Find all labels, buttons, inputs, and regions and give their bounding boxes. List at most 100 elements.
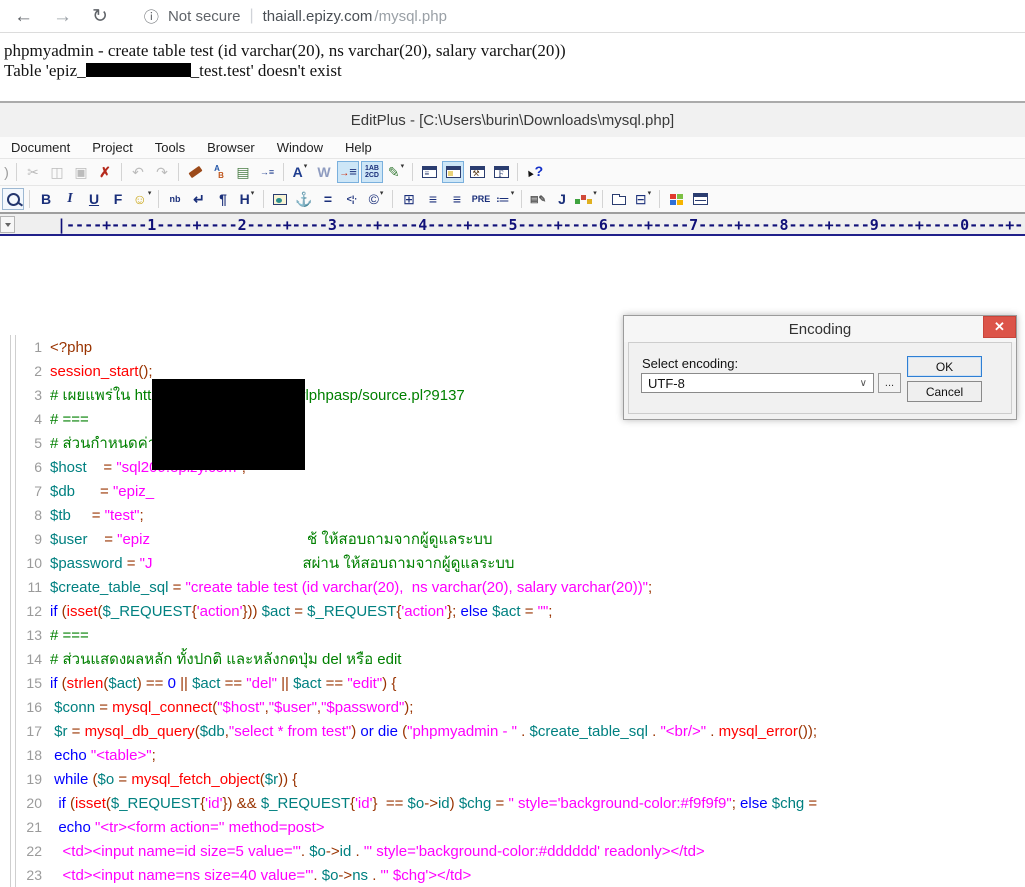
ok-button[interactable]: OK: [907, 356, 982, 377]
back-icon[interactable]: ←: [14, 7, 33, 26]
anchor-icon[interactable]: ⚓: [293, 188, 315, 210]
emoticon-icon[interactable]: ☺ ▾: [131, 188, 153, 210]
window-title: EditPlus - [C:\Users\burin\Downloads\mys…: [350, 111, 675, 129]
browse-button[interactable]: ...: [878, 373, 901, 393]
menu-browser[interactable]: Browser: [196, 140, 266, 155]
encoding-select[interactable]: UTF-8 ∨: [641, 373, 874, 393]
font-color-icon[interactable]: F: [107, 188, 129, 210]
browser-preview-icon[interactable]: [2, 188, 24, 210]
script-icon[interactable]: ▤✎: [527, 188, 549, 210]
new-document-icon[interactable]: ): [2, 161, 11, 183]
code-line[interactable]: 20 if (isset($_REQUEST{'id'}) && $_REQUE…: [0, 791, 1025, 815]
encoding-selected-value: UTF-8: [648, 375, 685, 391]
code-line[interactable]: 10 $password = "J สผ่าน ให้สอบถามจากผู้ดูแ…: [0, 551, 1025, 575]
paste-icon[interactable]: ▣: [70, 161, 92, 183]
heading-icon[interactable]: H ▾: [236, 188, 258, 210]
watermark-icon[interactable]: W: [313, 161, 335, 183]
context-help-icon[interactable]: ▲?: [523, 161, 545, 183]
menu-help[interactable]: Help: [334, 140, 383, 155]
code-line[interactable]: 22 <td><input name=id size=5 value='". $…: [0, 839, 1025, 863]
align-center-icon[interactable]: ≡: [422, 188, 444, 210]
italic-icon[interactable]: I: [59, 188, 81, 210]
list-icon[interactable]: ≔ ▾: [494, 188, 516, 210]
close-button[interactable]: ✕: [983, 316, 1016, 338]
horizontal-rule-icon[interactable]: =: [317, 188, 339, 210]
line-number: 9: [34, 531, 42, 547]
cancel-button[interactable]: Cancel: [907, 381, 982, 402]
code-line[interactable]: 13 # ===: [0, 623, 1025, 647]
document-list-window-icon[interactable]: [418, 161, 440, 183]
split-window-icon[interactable]: [689, 188, 711, 210]
code-line[interactable]: 14 # ส่วนแสดงผลหลัก ทั้งปกติ และหลังกดปุ่…: [0, 647, 1025, 671]
cut-icon[interactable]: ✂: [22, 161, 44, 183]
paragraph-icon[interactable]: ¶: [212, 188, 234, 210]
sort-icon[interactable]: 1AB 2CD: [361, 161, 383, 183]
code-line[interactable]: 19 while ($o = mysql_fetch_object($r)) {: [0, 767, 1025, 791]
security-label: Not secure: [167, 7, 241, 25]
line-number: 5: [34, 435, 42, 451]
menu-project[interactable]: Project: [81, 140, 143, 155]
special-character-icon[interactable]: © ▾: [365, 188, 387, 210]
sidebar-window-icon[interactable]: [442, 161, 464, 183]
code-text: if (isset($_REQUEST{'action'})) $act = $…: [50, 602, 553, 620]
code-line[interactable]: 11 $create_table_sql = "create table test…: [0, 575, 1025, 599]
line-break-icon[interactable]: ↵: [188, 188, 210, 210]
code-line[interactable]: 15 if (strlen($act) == 0 || $act == "del"…: [0, 671, 1025, 695]
comment-icon[interactable]: <¦·: [341, 188, 363, 210]
line-number: 11: [27, 579, 42, 595]
find-in-files-icon[interactable]: ▤: [232, 161, 254, 183]
function-list-window-icon[interactable]: [490, 161, 512, 183]
copy-icon[interactable]: ◫: [46, 161, 68, 183]
table-icon[interactable]: ⊞: [398, 188, 420, 210]
code-line[interactable]: 21 echo "<tr><form action='' method=post…: [0, 815, 1025, 839]
code-line[interactable]: 17 $r = mysql_db_query($db,"select * fro…: [0, 719, 1025, 743]
objects-icon[interactable]: ▾: [575, 188, 597, 210]
font-icon[interactable]: A ▾: [289, 161, 311, 183]
ruler-scale: |----+----1----+----2----+----3----+----…: [57, 216, 1025, 234]
cliptext-icon[interactable]: ✎ ▾: [385, 161, 407, 183]
find-icon[interactable]: [184, 161, 206, 183]
menu-document[interactable]: Document: [0, 140, 81, 155]
javascript-icon[interactable]: J: [551, 188, 573, 210]
line-number: 18: [26, 747, 42, 763]
forward-icon[interactable]: →: [53, 7, 72, 26]
line-number: 4: [34, 411, 42, 427]
preformatted-icon[interactable]: PRE: [470, 188, 492, 210]
line-number: 1: [34, 339, 42, 355]
word-wrap-icon[interactable]: →≡: [337, 161, 359, 183]
undo-icon[interactable]: ↶: [127, 161, 149, 183]
code-line[interactable]: 8 $tb = "test";: [0, 503, 1025, 527]
code-text: if (strlen($act) == 0 || $act == "del" |…: [50, 674, 397, 692]
windows-icon[interactable]: [665, 188, 687, 210]
folder-icon[interactable]: [608, 188, 630, 210]
replace-icon[interactable]: AB: [208, 161, 230, 183]
bold-icon[interactable]: B: [35, 188, 57, 210]
image-icon[interactable]: [269, 188, 291, 210]
code-line[interactable]: 18 echo "<table>";: [0, 743, 1025, 767]
page-text-line2-prefix: Table 'epiz_: [4, 61, 86, 80]
window-titlebar[interactable]: EditPlus - [C:\Users\burin\Downloads\mys…: [0, 101, 1025, 137]
dialog-titlebar[interactable]: Encoding ✕: [624, 316, 1016, 342]
code-line[interactable]: 9 $user = "epiz ช้ ให้สอบถามจากผู้ดูแลระบบ: [0, 527, 1025, 551]
code-line[interactable]: 7 $db = "epiz_: [0, 479, 1025, 503]
line-number: 14: [26, 651, 42, 667]
code-line[interactable]: 16 $conn = mysql_connect("$host","$user"…: [0, 695, 1025, 719]
line-number: 16: [26, 699, 42, 715]
layout-icon[interactable]: ⊟ ▾: [632, 188, 654, 210]
ruler-dropdown[interactable]: [0, 216, 15, 233]
code-line[interactable]: 12 if (isset($_REQUEST{'action'})) $act =…: [0, 599, 1025, 623]
code-line[interactable]: 23 <td><input name=ns size=40 value='". …: [0, 863, 1025, 887]
menu-window[interactable]: Window: [266, 140, 334, 155]
redo-icon[interactable]: ↷: [151, 161, 173, 183]
nonbreaking-space-icon[interactable]: nb: [164, 188, 186, 210]
goto-line-icon[interactable]: →≡: [256, 161, 278, 183]
toolbar-html: B I U F ☺ ▾ nb ↵ ¶ H ▾ ⚓ = <¦· © ▾ ⊞ ≡ ≡ PRE ≔ ▾ ▤✎ J ▾ ⊟ ▾: [0, 185, 1025, 212]
underline-icon[interactable]: U: [83, 188, 105, 210]
reload-icon[interactable]: ↻: [92, 7, 108, 26]
align-right-icon[interactable]: ≡: [446, 188, 468, 210]
output-window-icon[interactable]: [466, 161, 488, 183]
menu-tools[interactable]: Tools: [144, 140, 196, 155]
address-bar[interactable]: ⓘ Not secure | thaiall.epizy.com/mysql.p…: [144, 6, 447, 27]
site-info-icon[interactable]: ⓘ: [144, 6, 159, 27]
delete-icon[interactable]: ✗: [94, 161, 116, 183]
